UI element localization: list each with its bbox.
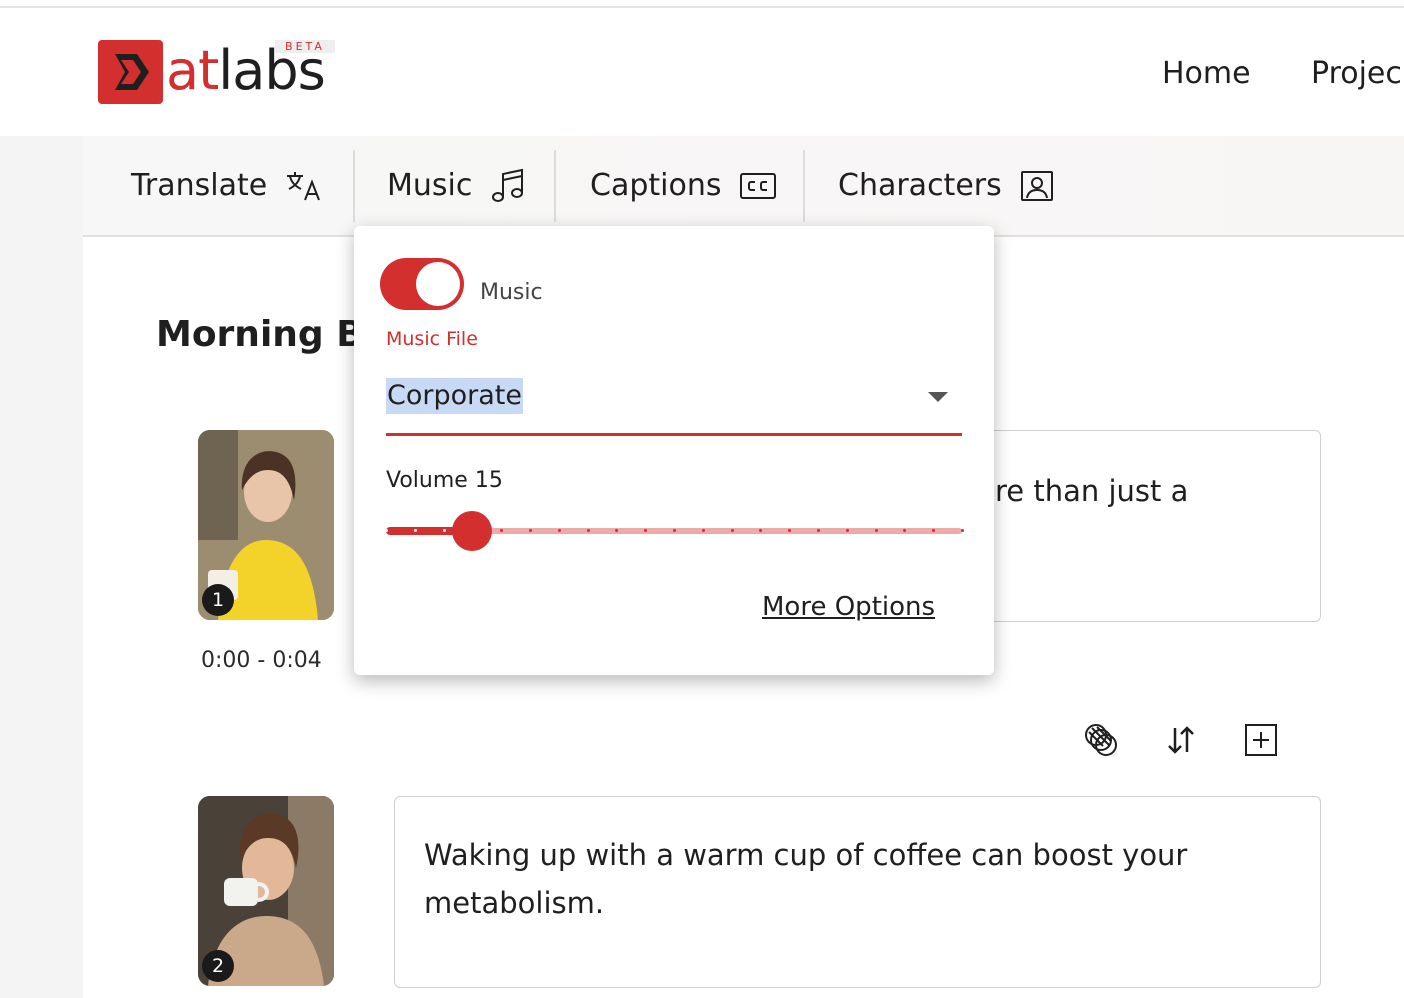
slider-tick-mark	[414, 529, 417, 532]
page-title: Morning Br	[156, 314, 382, 355]
beta-badge: BETA	[275, 40, 335, 53]
tab-captions-label: Captions	[590, 168, 722, 203]
tab-music[interactable]: Music	[387, 136, 526, 235]
chevron-down-icon	[928, 392, 948, 402]
tab-characters[interactable]: Characters	[838, 136, 1054, 235]
slider-tick-mark	[500, 529, 503, 532]
nav-home-link[interactable]: Home	[1162, 56, 1251, 92]
music-toggle-label: Music	[480, 280, 543, 305]
reorder-icon[interactable]	[1163, 722, 1199, 758]
scene-time-range: 0:00 - 0:04	[201, 648, 322, 673]
left-gutter	[0, 136, 83, 998]
music-settings-panel: Music Music File Corporate Volume 15 Mor…	[354, 226, 994, 675]
slider-tick-mark	[702, 529, 705, 532]
slider-tick-mark	[961, 529, 964, 532]
slider-tick-mark	[903, 529, 906, 532]
slider-tick-mark	[385, 529, 388, 532]
more-options-link[interactable]: More Options	[762, 592, 935, 622]
slider-tick-mark	[558, 529, 561, 532]
scene-script-text: re than just a	[995, 474, 1189, 508]
slider-tick-mark	[443, 529, 446, 532]
toggle-knob	[416, 262, 460, 306]
scene-script-text: Waking up with a warm cup of coffee can …	[424, 838, 1188, 920]
tab-captions[interactable]: Captions	[590, 136, 777, 235]
editor-toolbar: Translate Music Captions Characters	[83, 136, 1404, 237]
slider-tick-mark	[817, 529, 820, 532]
translate-icon	[285, 170, 323, 202]
slider-tick-mark	[615, 529, 618, 532]
slider-thumb[interactable]	[452, 511, 492, 551]
music-file-label: Music File	[386, 328, 478, 350]
toolbar-divider	[353, 150, 355, 222]
volume-slider[interactable]	[385, 511, 964, 551]
add-scene-icon[interactable]	[1243, 722, 1279, 758]
nav-projects-link[interactable]: Projec	[1311, 56, 1402, 92]
scene-number-badge: 2	[202, 950, 234, 982]
slider-tick-mark	[932, 529, 935, 532]
tab-characters-label: Characters	[838, 168, 1002, 203]
slider-tick-mark	[731, 529, 734, 532]
toolbar-divider	[803, 150, 805, 222]
logo-icon	[98, 40, 163, 104]
scene-thumbnail[interactable]: 1	[198, 430, 334, 620]
slider-tick-mark	[673, 529, 676, 532]
app-header: atlabs BETA Home Projec	[0, 8, 1404, 136]
music-toggle[interactable]	[380, 258, 464, 310]
slider-tick-mark	[529, 529, 532, 532]
scene-text-box[interactable]: Waking up with a warm cup of coffee can …	[394, 796, 1321, 988]
music-note-icon	[490, 168, 526, 204]
slider-tick-mark	[759, 529, 762, 532]
tab-music-label: Music	[387, 168, 473, 203]
tab-translate[interactable]: Translate	[131, 136, 323, 235]
music-file-select[interactable]: Corporate	[386, 374, 962, 436]
slider-tick-mark	[875, 529, 878, 532]
closed-captions-icon	[739, 172, 777, 200]
slider-tick-mark	[644, 529, 647, 532]
scene-number-badge: 1	[202, 584, 234, 616]
slider-tick-mark	[587, 529, 590, 532]
volume-label: Volume 15	[386, 468, 503, 493]
scene-thumbnail[interactable]: 2	[198, 796, 334, 986]
slider-tick-mark	[846, 529, 849, 532]
tab-translate-label: Translate	[131, 168, 268, 203]
slider-tick-mark	[788, 529, 791, 532]
portrait-icon	[1020, 170, 1054, 202]
toolbar-divider	[554, 150, 556, 222]
music-file-value: Corporate	[386, 378, 523, 414]
effects-icon[interactable]	[1083, 722, 1119, 758]
